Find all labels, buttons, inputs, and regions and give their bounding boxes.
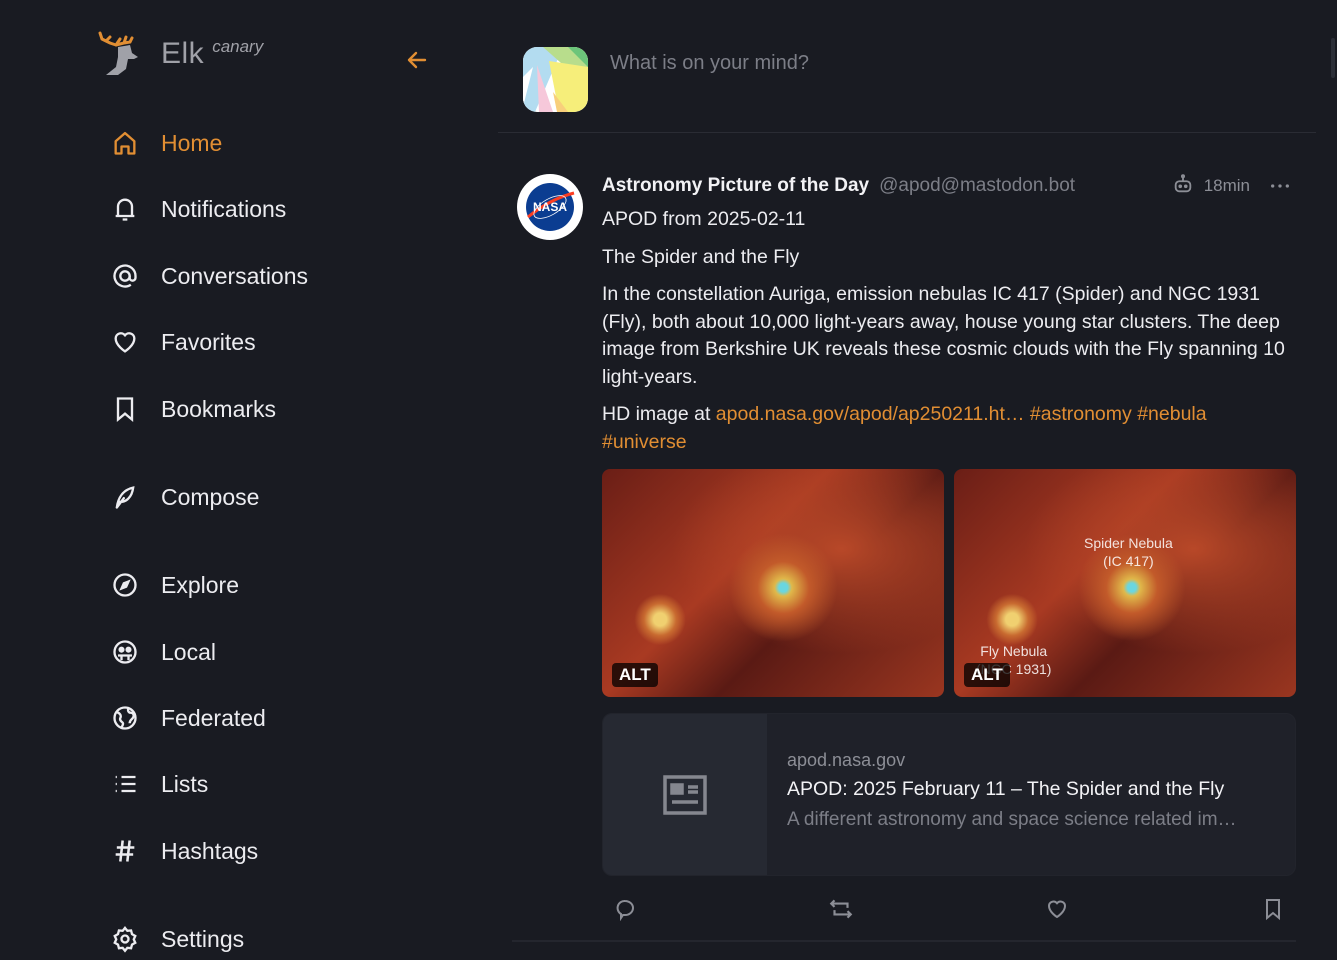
content-links: HD image at apod.nasa.gov/apod/ap250211.… bbox=[602, 401, 1292, 456]
hashtag-link[interactable]: #astronomy bbox=[1030, 403, 1132, 425]
hashtag-link[interactable]: #nebula bbox=[1137, 403, 1206, 425]
sidebar-item-lists[interactable]: Lists bbox=[108, 764, 208, 804]
media-image[interactable]: ALT bbox=[602, 469, 944, 697]
bell-icon bbox=[108, 192, 142, 226]
composer[interactable]: What is on your mind? bbox=[498, 0, 1316, 133]
at-icon bbox=[108, 259, 142, 293]
sidebar-item-hashtags[interactable]: Hashtags bbox=[108, 831, 258, 871]
content-line: The Spider and the Fly bbox=[602, 245, 800, 268]
sidebar-item-federated[interactable]: Federated bbox=[108, 698, 266, 738]
compose-input[interactable]: What is on your mind? bbox=[610, 52, 809, 75]
collapse-sidebar-button[interactable] bbox=[403, 46, 431, 74]
alt-badge[interactable]: ALT bbox=[964, 663, 1010, 687]
sidebar-item-label: Settings bbox=[161, 925, 245, 952]
scrollbar[interactable] bbox=[1331, 38, 1335, 78]
card-thumbnail bbox=[603, 714, 767, 875]
content-paragraph: In the constellation Auriga, emission ne… bbox=[602, 283, 1285, 388]
elk-logo-icon bbox=[98, 31, 138, 75]
heart-icon bbox=[1047, 900, 1067, 919]
sidebar-item-label: Explore bbox=[161, 571, 239, 598]
bookmark-icon bbox=[1266, 899, 1280, 921]
sidebar-item-label: Local bbox=[161, 638, 216, 665]
sidebar-item-explore[interactable]: Explore bbox=[108, 565, 239, 605]
account-avatar[interactable]: NASA bbox=[517, 174, 583, 240]
status-time[interactable]: 18min bbox=[1204, 176, 1250, 196]
bookmark-button[interactable] bbox=[1256, 892, 1290, 926]
hashtag-link[interactable]: #universe bbox=[602, 431, 687, 453]
sidebar-item-label: Compose bbox=[161, 483, 260, 510]
comment-icon bbox=[616, 900, 634, 921]
status-actions bbox=[602, 892, 1296, 926]
sidebar-item-settings[interactable]: Settings bbox=[108, 919, 244, 959]
channel-label: canary bbox=[212, 37, 264, 56]
sidebar-item-label: Favorites bbox=[161, 328, 256, 355]
sidebar-item-label: Lists bbox=[161, 770, 209, 797]
status-card[interactable]: NASA Astronomy Picture of the Day @apod@… bbox=[498, 134, 1316, 960]
bookmark-icon bbox=[108, 392, 142, 426]
hashtag-icon bbox=[108, 834, 142, 868]
sidebar-item-label: Notifications bbox=[161, 195, 287, 222]
status-meta: 18min bbox=[1172, 173, 1292, 200]
heart-icon bbox=[108, 325, 142, 359]
nebula-label: Spider Nebula (IC 417) bbox=[1084, 535, 1173, 569]
boost-button[interactable] bbox=[824, 892, 858, 926]
sidebar-item-label: Federated bbox=[161, 704, 266, 731]
sidebar-item-label: Bookmarks bbox=[161, 395, 277, 422]
media-image[interactable]: Spider Nebula (IC 417) Fly Nebula (NGC 193… bbox=[954, 469, 1296, 697]
alt-badge[interactable]: ALT bbox=[612, 663, 658, 687]
sidebar-item-compose[interactable]: Compose bbox=[108, 477, 259, 517]
timeline: What is on your mind? NASA Astronomy Pic… bbox=[498, 0, 1316, 960]
status-header: Astronomy Picture of the Day @apod@masto… bbox=[602, 172, 1292, 200]
robot-icon bbox=[1172, 173, 1194, 200]
display-name[interactable]: Astronomy Picture of the Day bbox=[602, 175, 869, 197]
card-description: A different astronomy and space science … bbox=[787, 809, 1237, 830]
apod-link[interactable]: apod.nasa.gov/apod/ap250211.ht… bbox=[716, 403, 1025, 425]
arrow-left-icon bbox=[407, 51, 427, 69]
group-icon bbox=[108, 635, 142, 669]
media-gallery: ALT Spider Nebula (IC 417) Fly Nebula (NGC… bbox=[602, 469, 1296, 697]
content-line: APOD from 2025-02-11 bbox=[602, 208, 806, 230]
list-icon bbox=[108, 767, 142, 801]
sidebar-item-notifications[interactable]: Notifications bbox=[108, 189, 286, 229]
sidebar-item-label: Hashtags bbox=[161, 837, 259, 864]
sidebar-item-home[interactable]: Home bbox=[108, 123, 222, 163]
sidebar-item-label: Conversations bbox=[161, 262, 309, 289]
status-content: APOD from 2025-02-11 The Spider and the … bbox=[602, 206, 1292, 466]
sidebar-item-favorites[interactable]: Favorites bbox=[108, 322, 256, 362]
reply-button[interactable] bbox=[608, 892, 642, 926]
svg-text:NASA: NASA bbox=[533, 200, 567, 214]
card-title: APOD: 2025 February 11 – The Spider and … bbox=[787, 778, 1225, 800]
link-preview-card[interactable]: apod.nasa.gov APOD: 2025 February 11 – T… bbox=[602, 713, 1296, 876]
sidebar-item-local[interactable]: Local bbox=[108, 632, 216, 672]
favorite-button[interactable] bbox=[1040, 892, 1074, 926]
sidebar-item-bookmarks[interactable]: Bookmarks bbox=[108, 389, 276, 429]
sidebar: Elk canary Home Notifications Conversati… bbox=[0, 0, 498, 960]
compass-icon bbox=[108, 568, 142, 602]
more-horizontal-icon bbox=[1271, 184, 1289, 188]
brand-name: Elk bbox=[161, 37, 205, 70]
divider bbox=[512, 940, 1296, 942]
feather-icon bbox=[108, 480, 142, 514]
sidebar-item-conversations[interactable]: Conversations bbox=[108, 256, 308, 296]
card-domain: apod.nasa.gov bbox=[787, 750, 906, 770]
home-icon bbox=[108, 126, 142, 160]
logo-link[interactable]: Elk canary bbox=[96, 28, 436, 80]
sidebar-item-label: Home bbox=[161, 129, 223, 156]
article-icon bbox=[663, 774, 707, 815]
user-avatar[interactable] bbox=[523, 47, 588, 112]
gear-icon bbox=[108, 922, 142, 956]
more-options-button[interactable] bbox=[1268, 174, 1292, 198]
globe-icon bbox=[108, 701, 142, 735]
repeat-icon bbox=[829, 899, 853, 919]
account-handle[interactable]: @apod@mastodon.bot bbox=[879, 175, 1075, 197]
hd-prefix: HD image at bbox=[602, 403, 716, 425]
